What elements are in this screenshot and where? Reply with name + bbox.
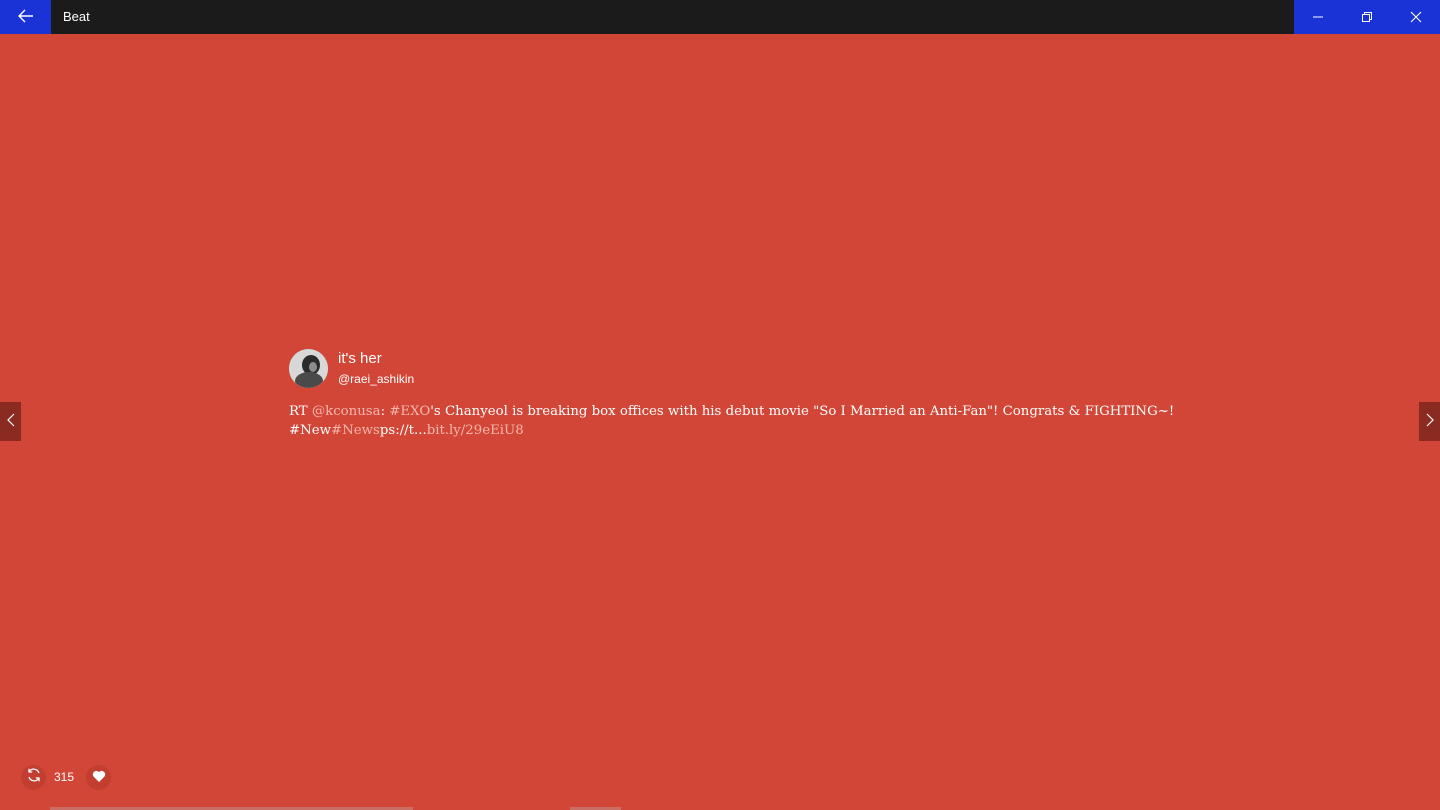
restore-button[interactable]: [1343, 0, 1392, 34]
retweet-count: 315: [54, 770, 75, 784]
next-tweet-button[interactable]: [1419, 402, 1440, 441]
tweet-text-line: #New#Newsps://t...bit.ly/29eEiU8: [289, 421, 1189, 440]
tweet-viewer: it's her @raei_ashikin RT @kconusa: #EXO…: [0, 34, 1440, 810]
tweet-body-text: 's Chanyeol is breaking box offices with…: [430, 404, 1175, 419]
heart-icon: [92, 768, 106, 787]
hashtag-text: #New: [289, 423, 332, 438]
close-icon: [1410, 8, 1422, 27]
hashtag-link[interactable]: #EXO: [389, 404, 430, 419]
close-button[interactable]: [1391, 0, 1440, 34]
minimize-button[interactable]: [1294, 0, 1343, 34]
chevron-left-icon: [6, 412, 15, 431]
retweet-icon: [26, 767, 42, 787]
tweet-actions: 315: [21, 764, 112, 790]
retweet-prefix: RT: [289, 404, 312, 419]
mention-link[interactable]: @kconusa: [312, 404, 381, 419]
tweet-text: RT @kconusa: #EXO's Chanyeol is breaking…: [289, 402, 1189, 440]
arrow-left-icon: [17, 8, 34, 27]
truncated-url-text: ps://t...: [379, 423, 427, 438]
hashtag-link[interactable]: #News: [331, 423, 380, 438]
tweet: it's her @raei_ashikin RT @kconusa: #EXO…: [289, 349, 1189, 440]
author-handle[interactable]: @raei_ashikin: [338, 372, 414, 386]
title-bar: Beat: [0, 0, 1440, 34]
tweet-text-line: RT @kconusa: #EXO's Chanyeol is breaking…: [289, 402, 1189, 421]
avatar[interactable]: [289, 349, 328, 388]
restore-icon: [1361, 8, 1373, 27]
url-link[interactable]: bit.ly/29eEiU8: [427, 423, 524, 438]
retweet-button[interactable]: [21, 764, 46, 790]
window-caption-buttons: [1294, 0, 1440, 34]
previous-tweet-button[interactable]: [0, 402, 21, 441]
author-display-name[interactable]: it's her: [338, 350, 382, 367]
like-button[interactable]: [86, 764, 112, 790]
minimize-icon: [1312, 8, 1324, 27]
chevron-right-icon: [1426, 412, 1434, 431]
bottom-strip: [0, 806, 1440, 810]
back-button[interactable]: [0, 0, 51, 34]
app-title: Beat: [63, 9, 90, 24]
tweet-author[interactable]: it's her @raei_ashikin: [289, 349, 1189, 389]
text-colon: :: [380, 404, 390, 419]
